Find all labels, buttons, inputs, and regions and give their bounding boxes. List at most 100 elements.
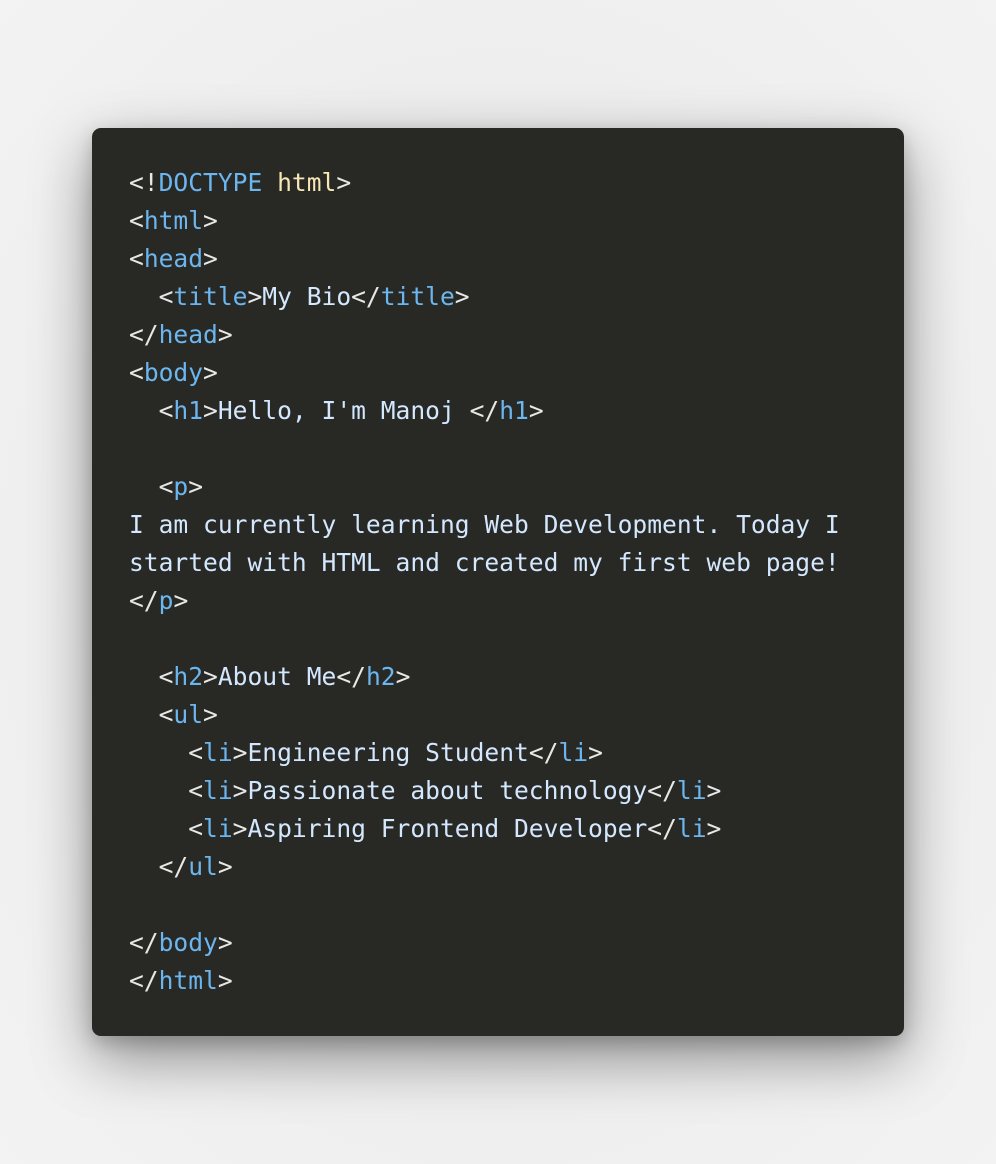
code-punctuation: > [454, 282, 470, 311]
code-line: <ul> [129, 696, 904, 734]
code-line: <li>Aspiring Frontend Developer</li> [129, 810, 904, 848]
code-punctuation: < [129, 814, 204, 843]
code-tag-name: title [380, 282, 455, 311]
code-line: </body> [129, 924, 904, 962]
code-text: Passionate about technology [247, 776, 648, 805]
code-punctuation: > [217, 852, 233, 881]
code-punctuation: > [173, 586, 189, 615]
code-tag-name: li [558, 738, 589, 767]
code-line: </p> [129, 582, 904, 620]
code-tag-name: ul [173, 700, 204, 729]
code-line: <h1>Hello, I'm Manoj </h1> [129, 392, 904, 430]
code-line: <body> [129, 354, 904, 392]
code-keyword: html [277, 168, 337, 197]
code-punctuation: > [203, 358, 218, 387]
code-tag-name: li [203, 738, 233, 767]
code-punctuation: < [129, 472, 174, 501]
code-punctuation: </ [129, 928, 159, 957]
code-text: I am currently learning Web Development.… [129, 510, 840, 539]
code-punctuation: > [203, 396, 218, 425]
code-punctuation: </ [469, 396, 500, 425]
code-text: Engineering Student [247, 738, 529, 767]
code-punctuation: </ [129, 586, 159, 615]
code-punctuation: > [203, 206, 218, 235]
code-tag-name: ul [188, 852, 218, 881]
code-tag-name: li [203, 776, 233, 805]
code-punctuation: </ [336, 662, 366, 691]
code-tag-name: h1 [173, 396, 204, 425]
code-line: started with HTML and created my first w… [129, 544, 904, 582]
code-punctuation: > [232, 776, 248, 805]
code-tag-name: html [158, 966, 218, 995]
code-punctuation: > [395, 662, 411, 691]
code-punctuation: > [232, 814, 248, 843]
code-tag-name: html [143, 206, 204, 235]
code-punctuation: </ [129, 852, 189, 881]
code-punctuation: < [129, 776, 204, 805]
code-punctuation: </ [647, 776, 677, 805]
code-punctuation: > [217, 928, 233, 957]
code-tag-name: DOCTYPE [158, 168, 263, 197]
code-tag-name: head [158, 320, 218, 349]
code-punctuation [262, 168, 277, 197]
code-punctuation: </ [129, 320, 159, 349]
code-tag-name: h1 [499, 396, 529, 425]
code-punctuation: < [129, 358, 144, 387]
code-line: </ul> [129, 848, 904, 886]
code-punctuation: < [129, 700, 174, 729]
code-line: </head> [129, 316, 904, 354]
code-punctuation: > [528, 396, 544, 425]
code-punctuation: > [247, 282, 263, 311]
html-code-block: <!DOCTYPE html> <html> <head> <title>My Bi… [129, 164, 904, 1000]
code-punctuation: > [203, 244, 218, 273]
code-snippet-card: <!DOCTYPE html> <html> <head> <title>My Bi… [92, 128, 904, 1036]
code-text: Hello, I'm Manoj [217, 396, 470, 425]
code-punctuation: < [129, 244, 144, 273]
code-line: <p> [129, 468, 904, 506]
code-text: Aspiring Frontend Developer [247, 814, 648, 843]
code-punctuation: > [232, 738, 248, 767]
code-line: <html> [129, 202, 904, 240]
code-punctuation: < [129, 396, 174, 425]
code-line: <!DOCTYPE html> [129, 164, 904, 202]
code-punctuation: < [129, 206, 144, 235]
code-punctuation: </ [129, 966, 159, 995]
code-text: About Me [217, 662, 337, 691]
code-punctuation: </ [351, 282, 381, 311]
code-text: My Bio [262, 282, 352, 311]
code-text: started with HTML and created my first w… [129, 548, 840, 577]
code-punctuation: > [203, 700, 218, 729]
code-line: </html> [129, 962, 904, 1000]
code-tag-name: head [143, 244, 204, 273]
code-line: I am currently learning Web Development.… [129, 506, 904, 544]
code-line: <title>My Bio</title> [129, 278, 904, 316]
code-punctuation: > [217, 320, 233, 349]
code-punctuation: </ [647, 814, 677, 843]
code-line: <h2>About Me</h2> [129, 658, 904, 696]
code-line: <li>Passionate about technology</li> [129, 772, 904, 810]
code-punctuation: > [188, 472, 204, 501]
code-tag-name: p [158, 586, 174, 615]
code-tag-name: li [676, 776, 707, 805]
code-tag-name: li [203, 814, 233, 843]
code-punctuation: > [203, 662, 218, 691]
code-line: <head> [129, 240, 904, 278]
code-line: <li>Engineering Student</li> [129, 734, 904, 772]
code-tag-name: title [173, 282, 248, 311]
code-tag-name: body [143, 358, 204, 387]
code-tag-name: h2 [365, 662, 396, 691]
code-punctuation: > [217, 966, 233, 995]
code-punctuation: > [706, 776, 722, 805]
code-punctuation: > [336, 168, 352, 197]
code-punctuation: > [706, 814, 722, 843]
code-punctuation: < [129, 738, 204, 767]
code-punctuation: </ [528, 738, 559, 767]
code-tag-name: p [173, 472, 189, 501]
code-punctuation: > [588, 738, 603, 767]
code-punctuation: < [129, 282, 174, 311]
code-punctuation: < [129, 662, 174, 691]
code-tag-name: li [676, 814, 707, 843]
